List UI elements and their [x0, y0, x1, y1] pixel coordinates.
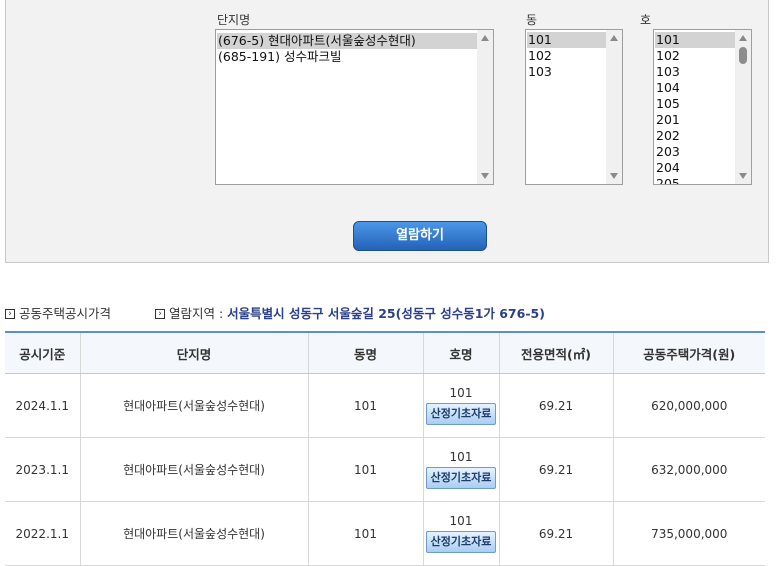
header-cell: 호명 — [422, 333, 499, 374]
ho-label: 호 — [640, 13, 652, 27]
ho-option[interactable]: 105 — [655, 96, 735, 112]
dong-option[interactable]: 102 — [527, 48, 606, 64]
price-cell: 735,000,000 — [612, 501, 765, 566]
scroll-down-icon[interactable] — [481, 173, 489, 179]
dong-scrollbar[interactable] — [606, 30, 622, 184]
basis-data-button[interactable]: 산정기초자료 — [425, 467, 497, 489]
ho-cell: 101 산정기초자료 — [422, 373, 499, 438]
dong-cell: 101 — [307, 373, 423, 438]
header-cell: 단지명 — [79, 333, 308, 374]
ho-option[interactable]: 101 — [655, 32, 735, 48]
ho-cell: 101 산정기초자료 — [422, 501, 499, 566]
table-row: 2023.1.1 현대아파트(서울숲성수현대) 101 101 산정기초자료 6… — [5, 437, 765, 502]
region-label: 열람지역 : — [169, 306, 224, 321]
complex-cell: 현대아파트(서울숲성수현대) — [79, 373, 308, 438]
header-cell: 공시기준 — [5, 333, 80, 374]
complex-cell: 현대아파트(서울숲성수현대) — [79, 501, 308, 566]
dong-cell: 101 — [307, 437, 423, 502]
section-title: 공동주택공시가격 — [19, 306, 112, 321]
scroll-up-icon[interactable] — [481, 35, 489, 41]
ho-option[interactable]: 103 — [655, 64, 735, 80]
area-cell: 69.21 — [498, 437, 613, 502]
ho-option[interactable]: 104 — [655, 80, 735, 96]
ho-value: 101 — [449, 514, 473, 528]
ho-cell: 101 산정기초자료 — [422, 437, 499, 502]
scrollbar-thumb[interactable] — [739, 47, 747, 64]
ho-option[interactable]: 201 — [655, 112, 735, 128]
area-cell: 69.21 — [498, 501, 613, 566]
date-cell: 2024.1.1 — [5, 373, 80, 438]
scroll-up-icon[interactable] — [610, 35, 618, 41]
ho-option[interactable]: 204 — [655, 160, 735, 176]
chevron-box-icon: › — [5, 308, 15, 319]
header-cell: 전용면적(㎡) — [498, 333, 613, 374]
complex-option[interactable]: (676-5) 현대아파트(서울숲성수현대) — [217, 33, 477, 49]
complex-cell: 현대아파트(서울숲성수현대) — [79, 437, 308, 502]
price-table: 공시기준 단지명 동명 호명 전용면적(㎡) 공동주택가격(원) 2024.1.… — [5, 333, 765, 566]
complex-scrollbar[interactable] — [477, 30, 493, 184]
dong-cell: 101 — [307, 501, 423, 566]
ho-value: 101 — [449, 450, 473, 464]
ho-value: 101 — [449, 386, 473, 400]
area-cell: 69.21 — [498, 373, 613, 438]
price-cell: 620,000,000 — [612, 373, 765, 438]
ho-option[interactable]: 202 — [655, 128, 735, 144]
ho-option[interactable]: 203 — [655, 144, 735, 160]
complex-label: 단지명 — [217, 13, 251, 27]
date-cell: 2023.1.1 — [5, 437, 80, 502]
dong-label: 동 — [526, 13, 538, 27]
region-wrap: › 열람지역 : 서울특별시 성동구 서울숲길 25(성동구 성수동1가 676-… — [155, 303, 545, 322]
ho-scrollbar[interactable] — [735, 30, 751, 184]
scroll-down-icon[interactable] — [610, 173, 618, 179]
header-cell: 동명 — [307, 333, 423, 374]
complex-option[interactable]: (685-191) 성수파크빌 — [217, 49, 477, 65]
region-address: 서울특별시 성동구 서울숲길 25(성동구 성수동1가 676-5) — [227, 306, 545, 321]
table-header-row: 공시기준 단지명 동명 호명 전용면적(㎡) 공동주택가격(원) — [5, 333, 765, 374]
complex-listbox[interactable]: (676-5) 현대아파트(서울숲성수현대) (685-191) 성수파크빌 — [215, 29, 494, 185]
table-row: 2024.1.1 현대아파트(서울숲성수현대) 101 101 산정기초자료 6… — [5, 373, 765, 438]
ho-option[interactable]: 102 — [655, 48, 735, 64]
table-row: 2022.1.1 현대아파트(서울숲성수현대) 101 101 산정기초자료 6… — [5, 501, 765, 566]
basis-data-button[interactable]: 산정기초자료 — [425, 403, 497, 425]
ho-option[interactable]: 205 — [655, 176, 735, 184]
date-cell: 2022.1.1 — [5, 501, 80, 566]
price-cell: 632,000,000 — [612, 437, 765, 502]
dong-option[interactable]: 103 — [527, 64, 606, 80]
dong-option[interactable]: 101 — [527, 32, 606, 48]
dong-listbox[interactable]: 101 102 103 — [525, 29, 623, 185]
basis-data-button[interactable]: 산정기초자료 — [425, 531, 497, 553]
view-button[interactable]: 열람하기 — [353, 221, 487, 251]
section-title-wrap: › 공동주택공시가격 — [5, 303, 111, 322]
ho-listbox[interactable]: 101 102 103 104 105 201 202 203 204 205 — [653, 29, 752, 185]
chevron-box-icon: › — [155, 308, 165, 319]
scroll-down-icon[interactable] — [739, 173, 747, 179]
header-cell: 공동주택가격(원) — [612, 333, 765, 374]
scroll-up-icon[interactable] — [739, 35, 747, 41]
